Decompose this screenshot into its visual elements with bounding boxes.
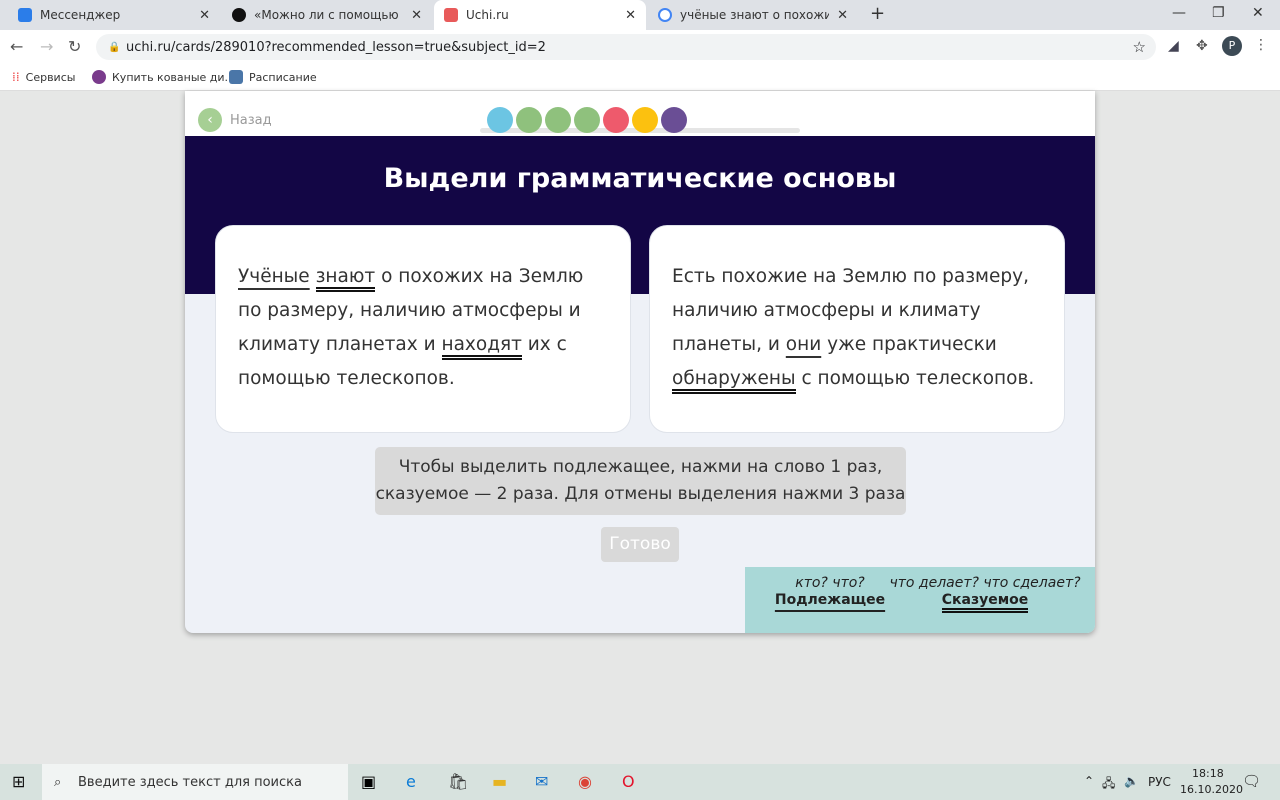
tab-yandex[interactable]: «Можно ли с помощью Яндекс✕ (222, 0, 432, 30)
google-icon (658, 8, 672, 22)
bookmark-raspisanie[interactable]: Расписание (229, 70, 317, 84)
predicate-word[interactable]: знают (315, 266, 376, 292)
taskbar: ⊞ ⌕ Введите здесь текст для поиска ▣ e 🛍 … (0, 764, 1280, 800)
uchi-icon (444, 8, 458, 22)
taskbar-search[interactable]: ⌕ Введите здесь текст для поиска (42, 764, 348, 800)
sentence-text[interactable]: уже практически (821, 334, 997, 355)
windows-start-icon[interactable]: ⊞ (12, 772, 25, 791)
subject-word[interactable]: Учёные (238, 266, 310, 287)
new-tab-button[interactable]: + (870, 3, 885, 24)
restore-button[interactable]: ❐ (1212, 5, 1225, 21)
mail-icon[interactable]: ✉ (535, 772, 548, 791)
clock-time[interactable]: 18:18 (1192, 767, 1224, 780)
tab-messenger[interactable]: Мессенджер ✕ (8, 0, 220, 30)
bookmark-kovanye[interactable]: Купить кованые ди... (92, 70, 235, 84)
apps-grid-icon: ⁞⁞ (12, 70, 20, 84)
progress-dot (603, 107, 629, 133)
site-icon (92, 70, 106, 84)
clock-date[interactable]: 16.10.2020 (1180, 783, 1243, 796)
lesson-app: ‹ Назад Выдели грамматические основы Учён… (185, 91, 1095, 633)
close-window-button[interactable]: ✕ (1252, 5, 1264, 21)
vk-icon (229, 70, 243, 84)
legend-predicate: что делает? что сделает? Сказуемое (885, 575, 1085, 613)
chrome-icon[interactable]: ◉ (578, 772, 592, 791)
volume-icon[interactable]: 🔈 (1124, 774, 1139, 788)
progress-dot (632, 107, 658, 133)
url-input[interactable]: 🔒 uchi.ru/cards/289010?recommended_lesson… (96, 34, 1156, 60)
sentence-text[interactable]: с помощью телескопов. (796, 368, 1034, 389)
messenger-icon (18, 8, 32, 22)
language-indicator[interactable]: РУС (1148, 775, 1171, 789)
task-title: Выдели грамматические основы (383, 163, 897, 194)
close-tab-icon[interactable]: ✕ (625, 8, 636, 23)
network-icon[interactable]: 🖧 (1102, 774, 1115, 795)
bookmark-services[interactable]: ⁞⁞ Сервисы (12, 70, 75, 84)
forward-arrow-icon[interactable]: → (40, 37, 53, 56)
chevron-left-icon: ‹ (198, 108, 222, 132)
opera-icon[interactable]: O (622, 772, 635, 791)
predicate-word[interactable]: обнаружены (672, 368, 796, 394)
reload-icon[interactable]: ↻ (68, 37, 81, 56)
progress-dots (487, 107, 687, 133)
instruction-hint: Чтобы выделить подлежащее, нажми на слов… (375, 447, 906, 515)
store-icon[interactable]: 🛍 (448, 772, 468, 791)
edge-icon[interactable]: e (406, 772, 416, 791)
back-button[interactable]: ‹ Назад (198, 108, 272, 132)
progress-dot (487, 107, 513, 133)
puzzle-icon[interactable]: ✥ (1196, 38, 1208, 54)
sentence-card-1: Учёные знают о похожих на Землю по разме… (215, 225, 631, 433)
yandex-q-icon (232, 8, 246, 22)
legend-subject: кто? что? Подлежащее (774, 575, 886, 608)
predicate-word[interactable]: находят (441, 334, 522, 360)
file-explorer-icon[interactable]: ▬ (492, 772, 507, 791)
progress-dot (545, 107, 571, 133)
tab-uchi[interactable]: Uchi.ru ✕ (434, 0, 646, 30)
tray-chevron-icon[interactable]: ⌃ (1084, 774, 1094, 788)
lock-icon: 🔒 (108, 41, 121, 53)
progress-dot (661, 107, 687, 133)
sentence-text[interactable] (310, 266, 316, 287)
notifications-icon[interactable]: 🗨 (1242, 772, 1261, 790)
legend-panel: кто? что? Подлежащее что делает? что сдел… (745, 567, 1095, 633)
extension-icon[interactable]: ◢ (1168, 38, 1179, 54)
tab-bar: Мессенджер✕ «Можно ли с помощью Яндекс✕ … (0, 0, 1280, 30)
profile-avatar[interactable]: P (1222, 36, 1242, 56)
back-arrow-icon[interactable]: ← (10, 37, 23, 56)
tab-google[interactable]: учёные знают о похожих на зем✕ (648, 0, 858, 30)
ready-button[interactable]: Готово (601, 527, 679, 562)
star-icon[interactable]: ☆ (1133, 38, 1146, 56)
subject-word[interactable]: они (786, 334, 821, 355)
task-view-icon[interactable]: ▣ (361, 772, 376, 791)
menu-icon[interactable]: ⋮ (1254, 37, 1268, 53)
search-icon: ⌕ (54, 774, 62, 790)
bookmarks-bar: ⁞⁞ Сервисы Купить кованые ди... Расписани… (0, 63, 1280, 91)
progress-dot (574, 107, 600, 133)
minimize-button[interactable]: — (1172, 5, 1186, 21)
close-tab-icon[interactable]: ✕ (837, 8, 848, 23)
close-tab-icon[interactable]: ✕ (411, 8, 422, 23)
sentence-card-2: Есть похожие на Землю по размеру, наличи… (649, 225, 1065, 433)
close-tab-icon[interactable]: ✕ (199, 8, 210, 23)
progress-dot (516, 107, 542, 133)
